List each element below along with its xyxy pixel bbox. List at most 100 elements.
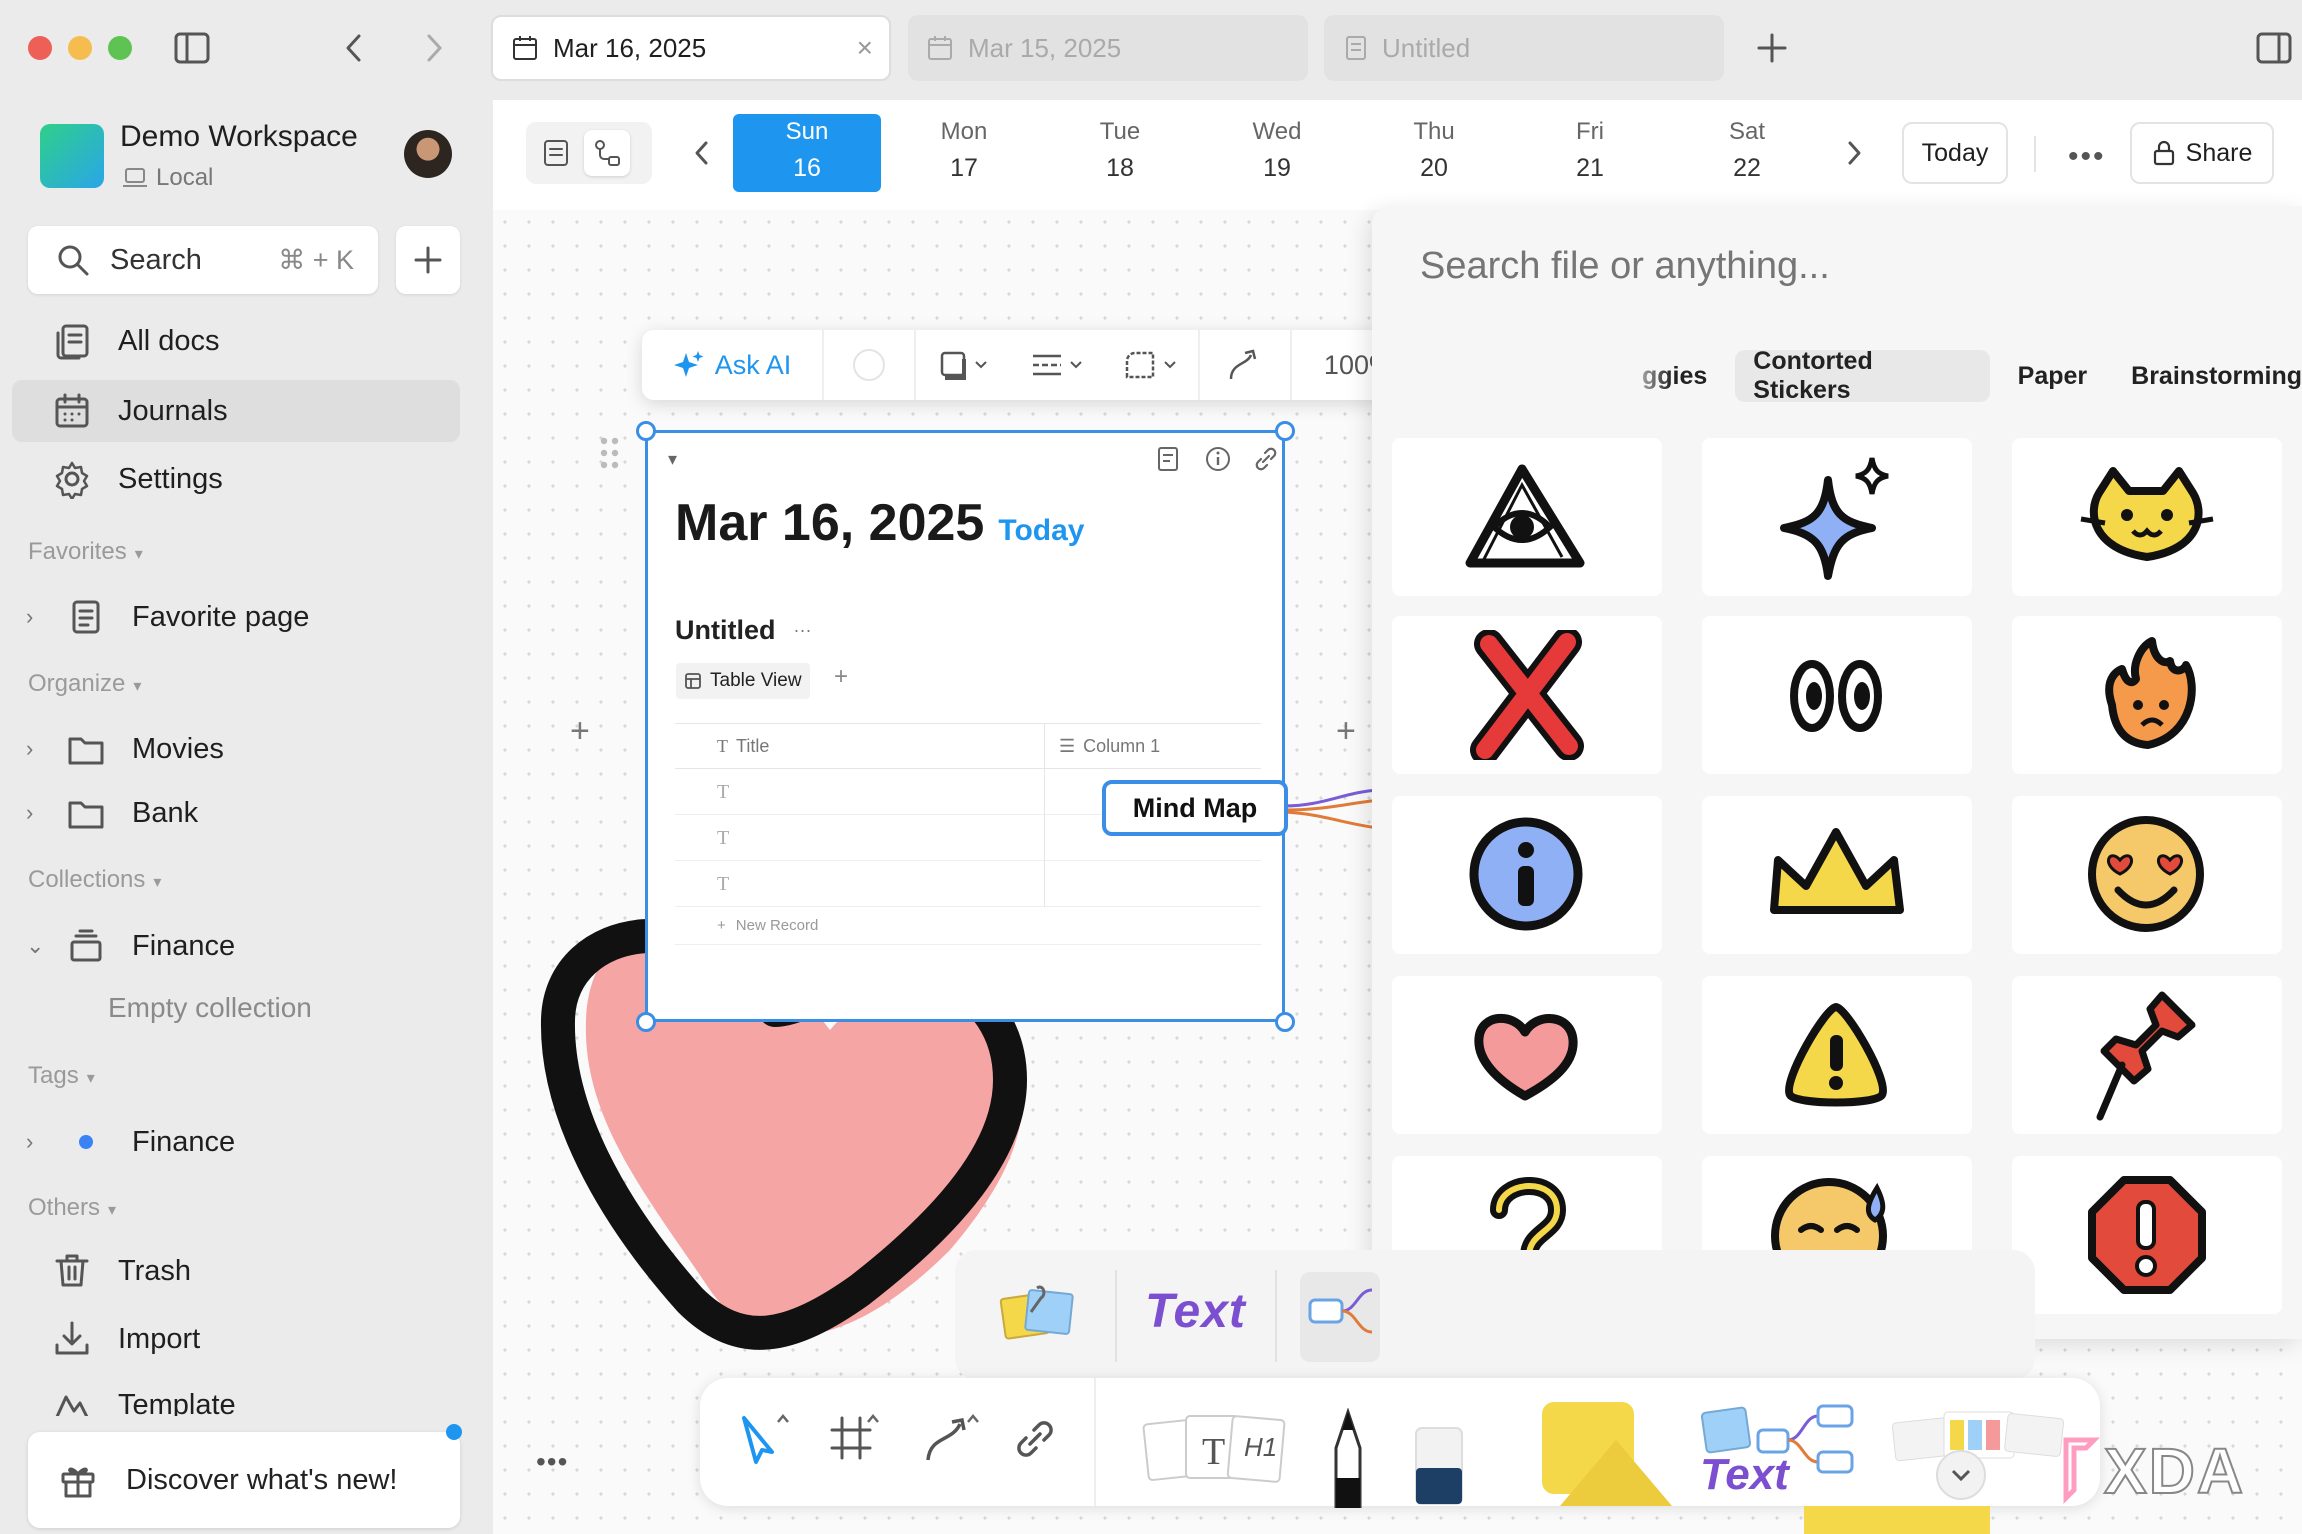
page-mode-icon[interactable]	[542, 138, 570, 168]
resize-handle-bottom-left[interactable]	[636, 1012, 656, 1032]
favorites-section-label[interactable]: Favorites ▾	[28, 538, 143, 566]
pen-tool[interactable]	[1328, 1408, 1368, 1508]
category-tab-active[interactable]: Contorted Stickers	[1735, 347, 1990, 404]
add-view-icon[interactable]: +	[834, 663, 848, 691]
sticker-search-input[interactable]	[1420, 236, 2240, 296]
new-record-button[interactable]: + New Record	[675, 907, 1261, 945]
sidebar-item-template[interactable]: Template	[12, 1376, 460, 1416]
new-doc-button[interactable]	[396, 226, 460, 294]
sidebar-item-trash[interactable]: Trash	[12, 1240, 460, 1302]
close-tab-icon[interactable]: ×	[857, 32, 873, 64]
table-view-tab[interactable]: Table View	[676, 663, 810, 699]
next-week-icon[interactable]	[1844, 138, 1864, 168]
pin-sticker[interactable]	[2012, 976, 2282, 1134]
chevron-down-icon[interactable]: ⌄	[26, 933, 54, 959]
others-section-label[interactable]: Others ▾	[28, 1194, 116, 1222]
sparkle-sticker[interactable]	[1702, 438, 1972, 596]
day-mon-17[interactable]: Mon 17	[890, 114, 1038, 192]
link-tool-icon[interactable]	[1012, 1416, 1058, 1462]
add-node-left-icon[interactable]: +	[570, 712, 590, 751]
note-view-icon[interactable]	[1156, 445, 1182, 473]
workspace-name[interactable]: Demo Workspace	[120, 120, 358, 154]
chevron-right-icon[interactable]: ›	[26, 800, 54, 826]
category-tab[interactable]: Paper	[2018, 362, 2087, 391]
heart-sticker[interactable]	[1392, 976, 1662, 1134]
day-fri-21[interactable]: Fri 21	[1516, 114, 1664, 192]
day-thu-20[interactable]: Thu 20	[1360, 114, 1508, 192]
day-wed-19[interactable]: Wed 19	[1203, 114, 1351, 192]
sidebar-item-favorite-page[interactable]: › Favorite page	[12, 587, 460, 647]
link-icon[interactable]	[1252, 445, 1280, 473]
select-tool-icon[interactable]	[738, 1412, 792, 1466]
fill-color-button[interactable]	[824, 330, 914, 400]
stop-sticker[interactable]	[2012, 1156, 2282, 1314]
add-node-right-icon[interactable]: +	[1336, 712, 1356, 751]
info-sticker[interactable]	[1392, 796, 1662, 954]
sidebar-item-finance-tag[interactable]: › Finance	[12, 1112, 460, 1172]
collections-section-label[interactable]: Collections ▾	[28, 866, 161, 894]
sidebar-item-movies[interactable]: › Movies	[12, 719, 460, 779]
eye-triangle-sticker[interactable]	[1392, 438, 1662, 596]
mind-map-tool[interactable]	[1300, 1272, 1380, 1362]
resize-handle-bottom-right[interactable]	[1275, 1012, 1295, 1032]
warning-sticker[interactable]	[1702, 976, 1972, 1134]
expand-toolbar-button[interactable]	[1936, 1450, 1986, 1500]
heart-eyes-smiley-sticker[interactable]	[2012, 796, 2282, 954]
ask-ai-button[interactable]: Ask AI	[642, 330, 822, 400]
day-sun-16[interactable]: Sun 16	[733, 114, 881, 192]
cat-sticker[interactable]	[2012, 438, 2282, 596]
tab-mar-15[interactable]: Mar 15, 2025	[908, 15, 1308, 81]
table-row[interactable]: T	[675, 860, 1261, 907]
search-button[interactable]: Search ⌘ + K	[28, 226, 378, 294]
more-options-icon[interactable]: •••	[2068, 140, 2106, 174]
info-icon[interactable]	[1204, 445, 1232, 473]
collapse-caret-icon[interactable]: ▾	[668, 449, 677, 470]
more-tools-icon[interactable]: •••	[536, 1446, 568, 1478]
sidebar-item-import[interactable]: Import	[12, 1308, 460, 1370]
share-button[interactable]: Share	[2130, 122, 2274, 184]
tab-untitled[interactable]: Untitled	[1324, 15, 1724, 81]
journal-note-block[interactable]: ▾ Mar 16, 2025 Today Untitled ··· Table …	[645, 430, 1285, 1022]
mind-map-node[interactable]: Mind Map	[1102, 780, 1288, 836]
database-title[interactable]: Untitled	[675, 615, 776, 646]
chevron-right-icon[interactable]: ›	[26, 1129, 54, 1155]
right-sidebar-toggle-icon[interactable]	[2256, 32, 2292, 64]
eyes-sticker[interactable]	[1702, 616, 1972, 774]
corner-radius-button[interactable]	[1104, 330, 1198, 400]
frame-tool-icon[interactable]	[828, 1412, 882, 1466]
forward-arrow-icon[interactable]	[424, 32, 444, 64]
sidebar-item-settings[interactable]: Settings	[12, 448, 460, 510]
workspace-avatar[interactable]	[40, 124, 104, 188]
line-style-button[interactable]	[1010, 330, 1104, 400]
eraser-tool[interactable]	[1412, 1424, 1466, 1508]
day-tue-18[interactable]: Tue 18	[1046, 114, 1194, 192]
note-tool[interactable]: T H1	[1140, 1402, 1290, 1492]
sidebar-item-bank[interactable]: › Bank	[12, 783, 460, 843]
discover-whats-new-card[interactable]: Discover what's new!	[28, 1432, 460, 1528]
fire-sticker[interactable]	[2012, 616, 2282, 774]
close-window-button[interactable]	[28, 36, 52, 60]
shadow-style-button[interactable]	[916, 330, 1010, 400]
user-avatar[interactable]	[404, 130, 452, 178]
new-tab-icon[interactable]	[1756, 32, 1788, 64]
today-button[interactable]: Today	[1902, 122, 2008, 184]
minimize-window-button[interactable]	[68, 36, 92, 60]
drag-handle-icon[interactable]	[598, 436, 622, 470]
sidebar-item-journals[interactable]: Journals	[12, 380, 460, 442]
resize-handle-top-right[interactable]	[1275, 421, 1295, 441]
back-arrow-icon[interactable]	[344, 32, 364, 64]
column-header-title[interactable]: T Title	[675, 723, 1045, 769]
sidebar-item-finance-collection[interactable]: ⌄ Finance	[12, 916, 460, 976]
sticky-notes-tool[interactable]	[997, 1282, 1077, 1348]
connector-button[interactable]	[1200, 330, 1290, 400]
chevron-right-icon[interactable]: ›	[26, 736, 54, 762]
maximize-window-button[interactable]	[108, 36, 132, 60]
text-mindmap-tool[interactable]: Text	[1698, 1400, 1868, 1500]
organize-section-label[interactable]: Organize ▾	[28, 670, 141, 698]
sidebar-toggle-icon[interactable]	[174, 32, 210, 64]
prev-week-icon[interactable]	[692, 138, 712, 168]
cross-sticker[interactable]	[1392, 616, 1662, 774]
category-tab[interactable]: Brainstorming	[2131, 362, 2302, 391]
crown-sticker[interactable]	[1702, 796, 1972, 954]
column-header-column-1[interactable]: ☰ Column 1	[1045, 736, 1160, 757]
